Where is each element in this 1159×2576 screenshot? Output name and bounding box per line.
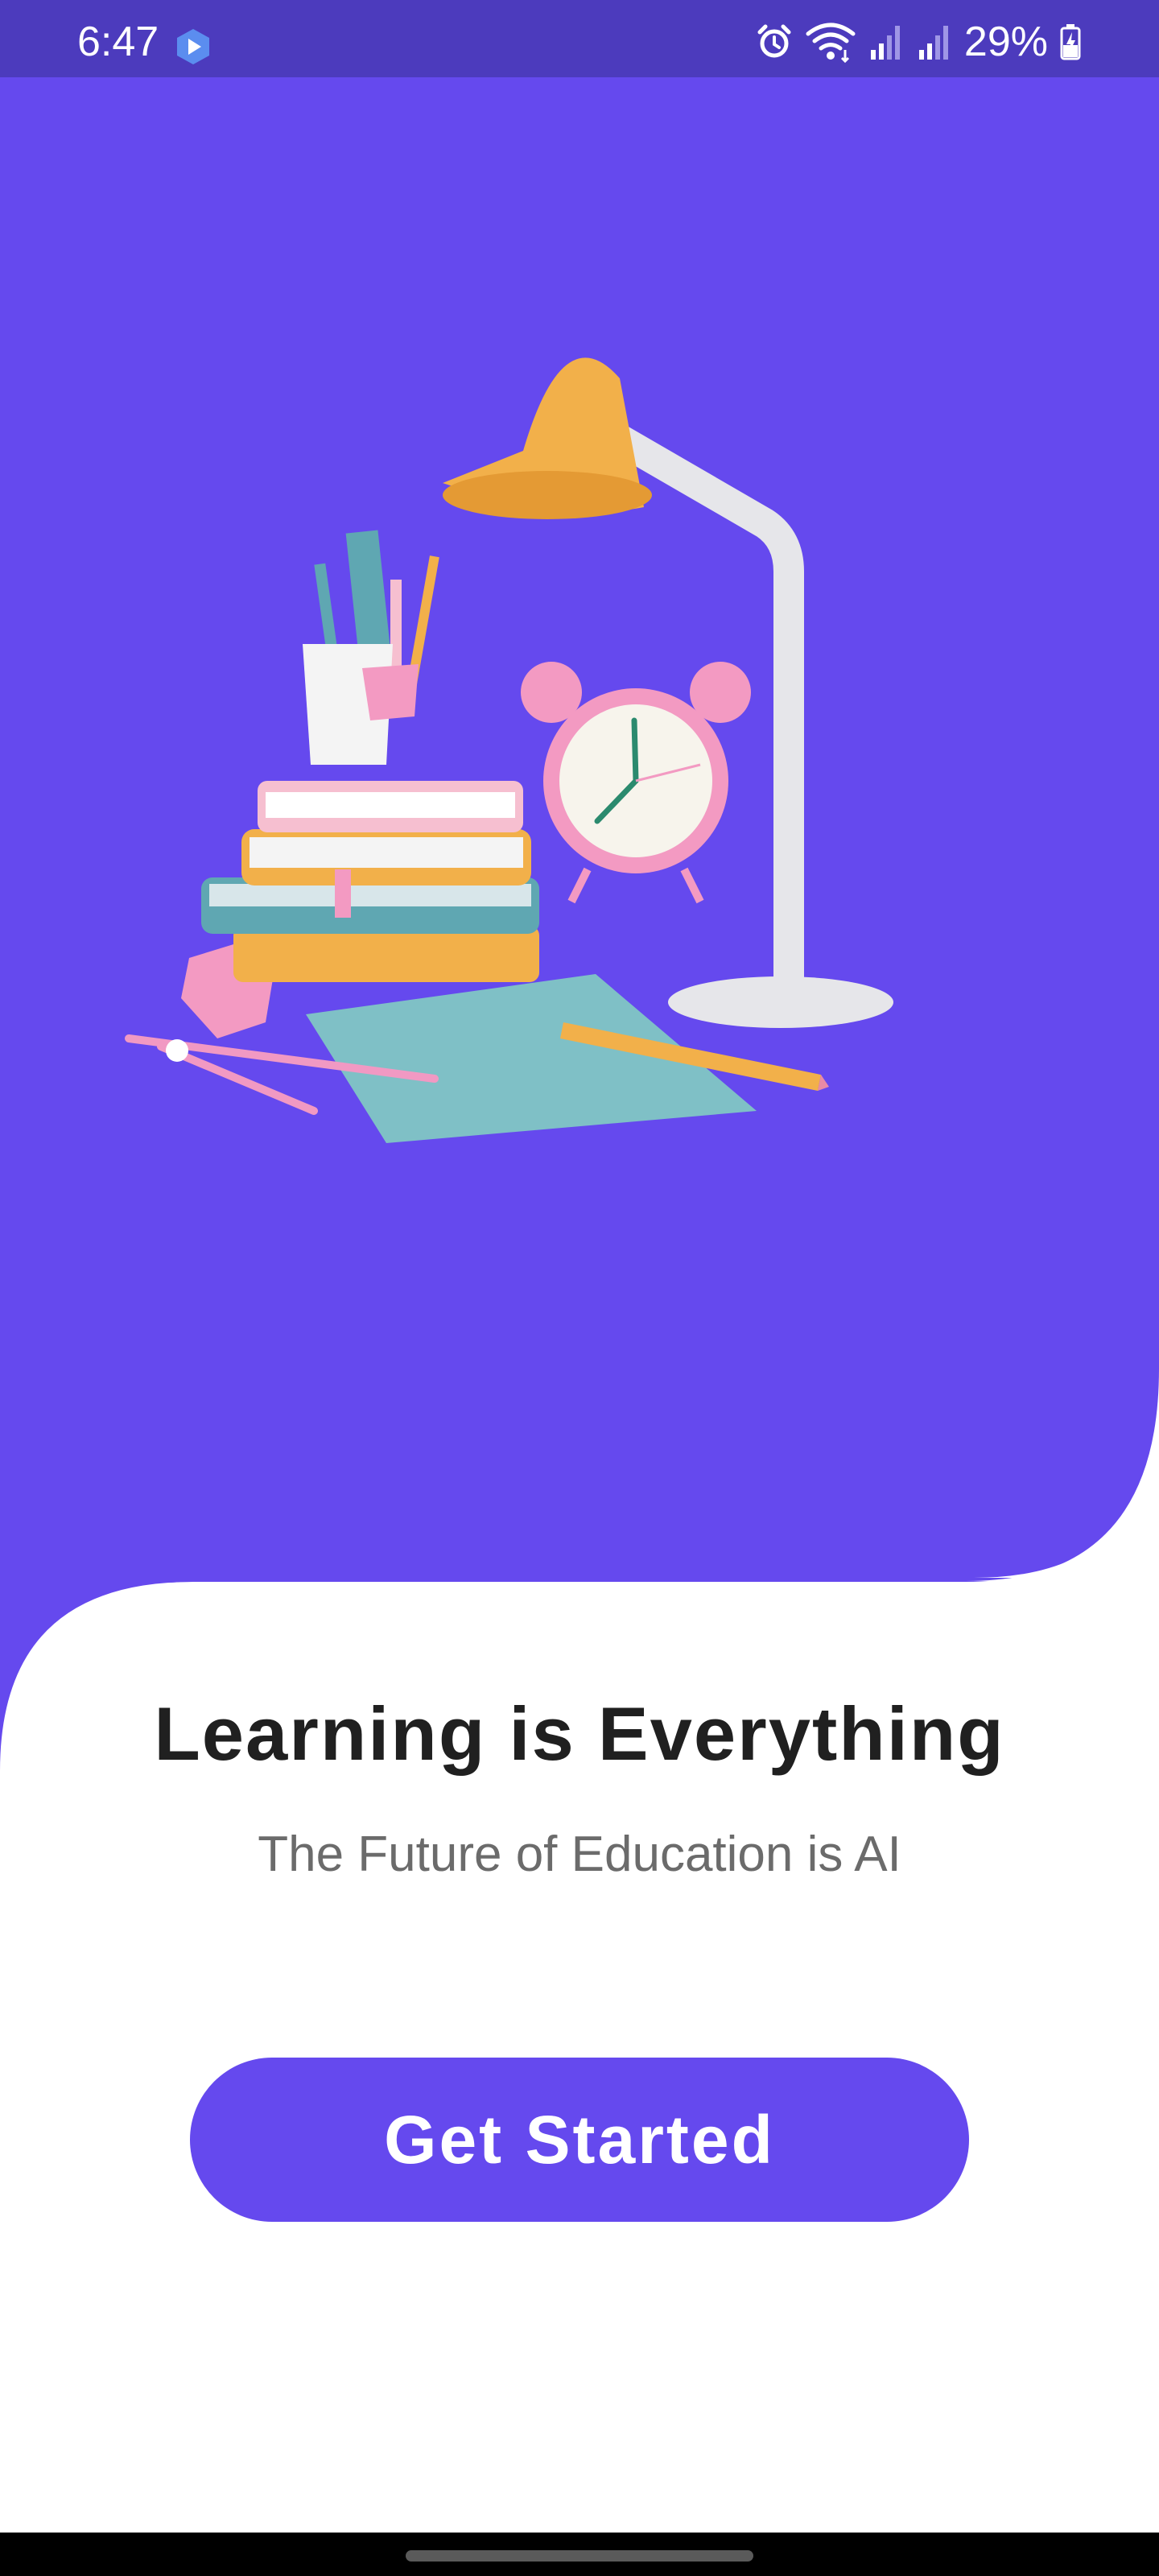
status-bar: 6:47 29%: [0, 0, 1159, 77]
alarm-clock-icon: [521, 662, 751, 904]
wifi-icon: [806, 23, 856, 63]
navigation-bar: [0, 2533, 1159, 2576]
battery-charging-icon: [1060, 24, 1081, 60]
alarm-icon: [757, 24, 791, 58]
signal-icon: [918, 26, 948, 60]
pen-cup: [303, 530, 439, 765]
signal-icon: [870, 26, 900, 60]
onboarding-screen: 6:47 29% Learning is Everything The Futu…: [0, 0, 1159, 2533]
status-icons: 29%: [755, 18, 1082, 66]
page-title: Learning is Everything: [154, 1691, 1005, 1776]
get-started-button[interactable]: Get Started: [190, 2058, 969, 2222]
page-subtitle: The Future of Education is AI: [258, 1827, 901, 1882]
home-gesture-handle[interactable]: [406, 2550, 753, 2562]
status-time: 6:47: [77, 19, 159, 65]
book-stack: [201, 781, 539, 982]
app-icon: [177, 29, 209, 64]
desk-study-illustration: [125, 357, 893, 1143]
battery-percentage: 29%: [963, 19, 1048, 65]
